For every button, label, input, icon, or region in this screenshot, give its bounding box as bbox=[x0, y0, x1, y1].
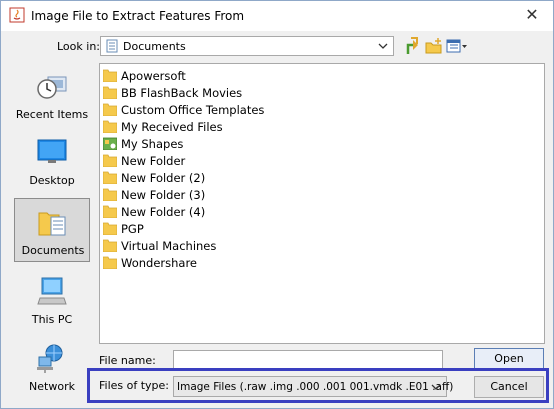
documents-icon bbox=[38, 212, 66, 236]
file-name: New Folder bbox=[121, 154, 186, 168]
cancel-button[interactable]: Cancel bbox=[474, 376, 544, 398]
look-in-label: Look in: bbox=[57, 40, 100, 53]
chevron-down-icon[interactable] bbox=[428, 379, 444, 395]
list-item[interactable]: Wondershare bbox=[102, 254, 262, 271]
network-icon bbox=[37, 344, 63, 373]
place-this-pc[interactable]: This PC bbox=[14, 268, 90, 328]
folder-icon bbox=[103, 239, 117, 252]
list-item[interactable]: New Folder (4) bbox=[102, 203, 262, 220]
place-label: This PC bbox=[31, 313, 73, 326]
files-of-type-value: Image Files (.raw .img .000 .001 001.vmd… bbox=[177, 381, 454, 393]
file-name: Wondershare bbox=[121, 256, 198, 270]
folder-icon bbox=[103, 86, 117, 99]
up-one-level-icon[interactable] bbox=[405, 36, 421, 56]
place-network[interactable]: Network bbox=[14, 335, 90, 395]
list-item[interactable]: New Folder bbox=[102, 152, 262, 169]
desktop-icon bbox=[37, 139, 67, 163]
folder-icon bbox=[103, 222, 117, 235]
computer-icon bbox=[37, 277, 67, 305]
list-item[interactable]: New Folder (2) bbox=[102, 169, 262, 186]
shapes-folder-icon bbox=[103, 137, 117, 150]
folder-icon bbox=[103, 154, 117, 167]
list-item[interactable]: Virtual Machines bbox=[102, 237, 262, 254]
documents-small-icon bbox=[106, 39, 118, 53]
file-name: Custom Office Templates bbox=[121, 103, 265, 117]
file-name-label: File name: bbox=[99, 354, 156, 367]
folder-icon bbox=[103, 103, 117, 116]
file-name: Virtual Machines bbox=[121, 239, 217, 253]
folder-icon bbox=[103, 120, 117, 133]
file-list[interactable]: Apowersoft BB FlashBack Movies Custom Of… bbox=[99, 63, 545, 344]
folder-icon bbox=[103, 188, 117, 201]
open-button[interactable]: Open bbox=[474, 348, 544, 370]
title-bar: Image File to Extract Features From ✕ bbox=[1, 1, 553, 31]
folder-icon bbox=[103, 256, 117, 269]
file-name: My Received Files bbox=[121, 120, 223, 134]
file-name: Apowersoft bbox=[121, 69, 186, 83]
place-label: Recent Items bbox=[15, 108, 89, 121]
place-recent-items[interactable]: Recent Items bbox=[14, 63, 90, 123]
folder-icon bbox=[103, 171, 117, 184]
places-bar: Recent Items Desktop Documents This PC N… bbox=[11, 63, 91, 398]
window-title: Image File to Extract Features From bbox=[31, 9, 245, 23]
list-item[interactable]: BB FlashBack Movies bbox=[102, 84, 262, 101]
view-menu-icon[interactable] bbox=[446, 36, 468, 56]
list-item[interactable]: New Folder (3) bbox=[102, 186, 262, 203]
recent-items-icon bbox=[37, 76, 67, 99]
file-name: New Folder (2) bbox=[121, 171, 206, 185]
files-of-type-label: Files of type: bbox=[99, 379, 170, 392]
new-folder-icon[interactable] bbox=[425, 36, 443, 56]
list-item[interactable]: PGP bbox=[102, 220, 262, 237]
list-item[interactable]: My Shapes bbox=[102, 135, 262, 152]
look-in-value: Documents bbox=[123, 40, 186, 53]
file-name: New Folder (4) bbox=[121, 205, 206, 219]
chevron-down-icon[interactable] bbox=[375, 38, 391, 54]
place-label: Documents bbox=[21, 244, 85, 257]
file-name: BB FlashBack Movies bbox=[121, 86, 243, 100]
place-desktop[interactable]: Desktop bbox=[14, 129, 90, 189]
place-documents[interactable]: Documents bbox=[14, 198, 90, 262]
file-name-input[interactable] bbox=[173, 350, 443, 370]
file-name: PGP bbox=[121, 222, 144, 236]
folder-icon bbox=[103, 69, 117, 82]
file-chooser-dialog: Image File to Extract Features From ✕ Lo… bbox=[0, 0, 554, 409]
place-label: Network bbox=[29, 380, 75, 393]
place-label: Desktop bbox=[29, 174, 75, 187]
java-app-icon bbox=[9, 7, 25, 23]
list-item[interactable]: Custom Office Templates bbox=[102, 101, 265, 118]
file-name: My Shapes bbox=[121, 137, 184, 151]
look-in-dropdown[interactable]: Documents bbox=[100, 36, 394, 56]
folder-icon bbox=[103, 205, 117, 218]
close-button[interactable]: ✕ bbox=[519, 3, 545, 27]
file-name: New Folder (3) bbox=[121, 188, 206, 202]
list-item[interactable]: My Received Files bbox=[102, 118, 262, 135]
list-item[interactable]: Apowersoft bbox=[102, 67, 262, 84]
files-of-type-dropdown[interactable]: Image Files (.raw .img .000 .001 001.vmd… bbox=[173, 376, 453, 397]
